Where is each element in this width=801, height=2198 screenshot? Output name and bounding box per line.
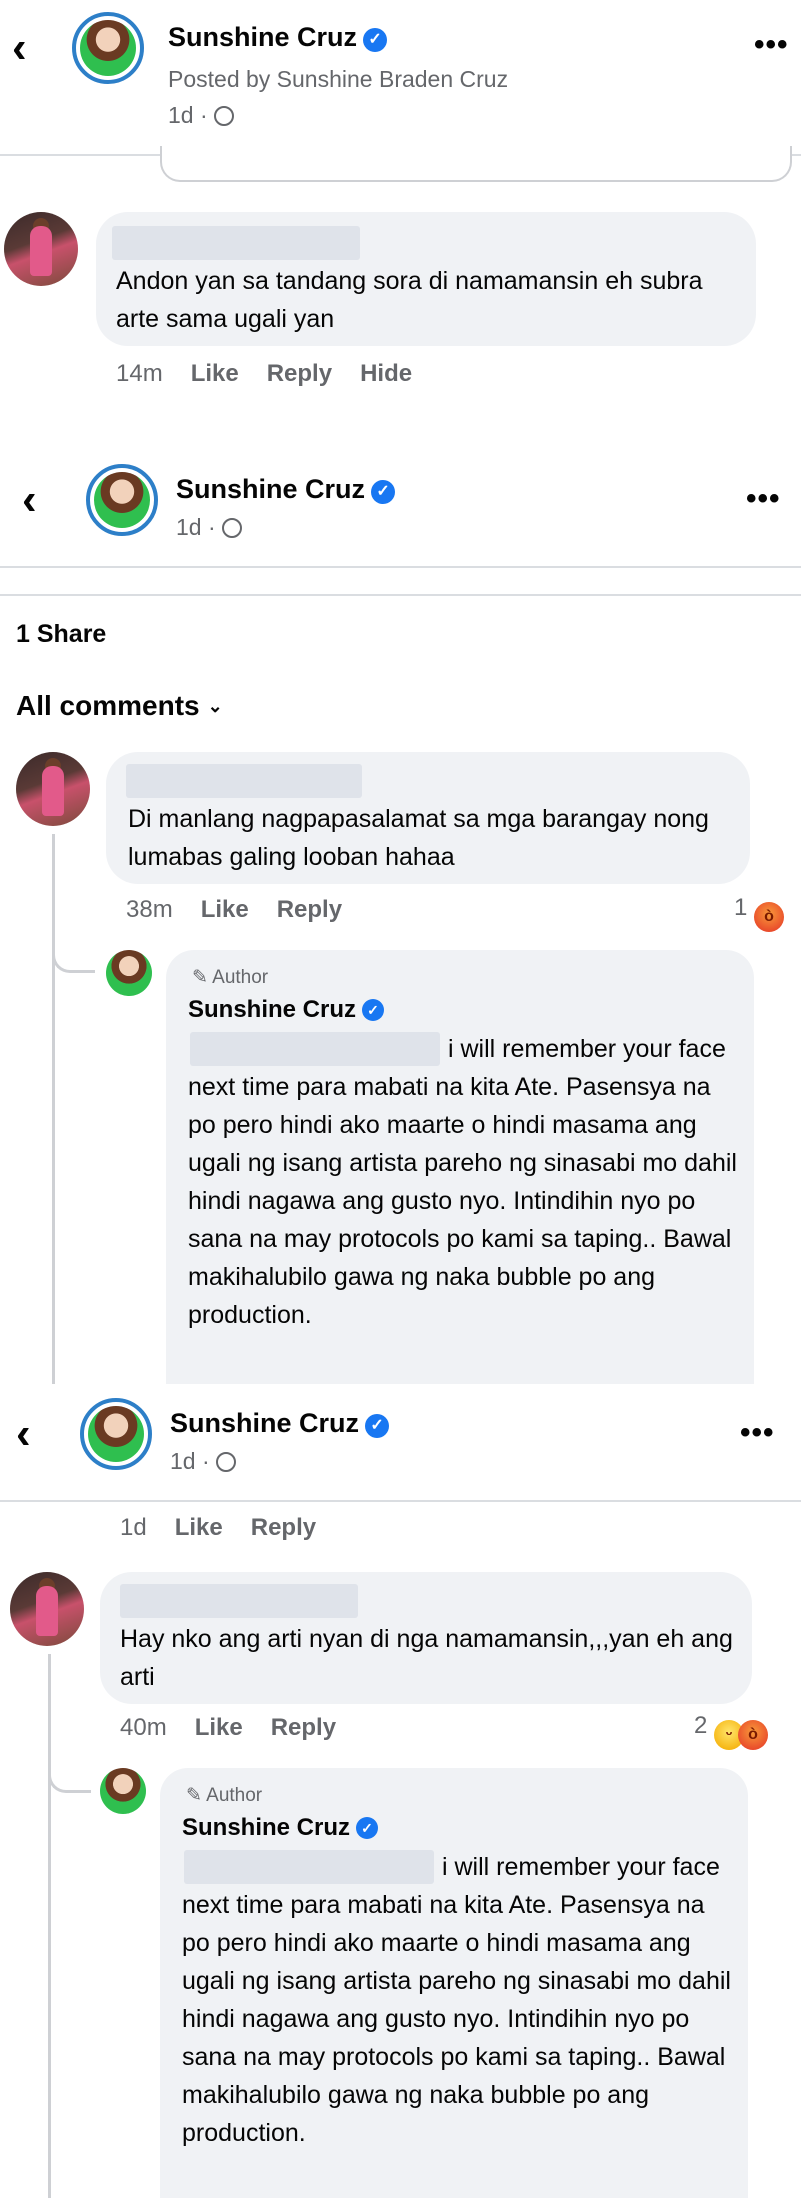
post-time: 1d · <box>168 102 234 129</box>
author-name[interactable]: Sunshine Cruz ✓ <box>182 1814 379 1842</box>
comment-time: 14m <box>116 360 163 387</box>
angry-reaction-icon: ò <box>738 1720 769 1750</box>
post-time: 1d · <box>170 1448 236 1475</box>
verified-badge-icon: ✓ <box>371 480 396 504</box>
reply-button[interactable]: Reply <box>271 1714 336 1741</box>
share-count[interactable]: 1 Share <box>16 620 106 649</box>
back-icon[interactable]: ‹ <box>12 26 27 70</box>
reaction-summary[interactable]: 2 ᵕò <box>694 1712 769 1750</box>
page-avatar[interactable] <box>72 12 144 84</box>
redacted-name <box>126 764 362 798</box>
like-button[interactable]: Like <box>191 360 239 387</box>
author-name[interactable]: Sunshine Cruz ✓ <box>188 996 385 1024</box>
hide-button[interactable]: Hide <box>360 360 412 387</box>
reply-thread-line <box>48 1654 51 2198</box>
section-divider <box>0 594 801 596</box>
verified-badge-icon: ✓ <box>363 28 388 52</box>
author-badge: ✎ Author <box>192 967 269 988</box>
author-avatar[interactable] <box>100 1768 146 1814</box>
page-name[interactable]: Sunshine Cruz ✓ <box>176 474 396 505</box>
more-options-icon[interactable]: ••• <box>754 28 789 62</box>
page-name[interactable]: Sunshine Cruz ✓ <box>170 1408 390 1439</box>
author-reply-text: i will remember your face next time para… <box>188 1035 737 1329</box>
previous-reply-actions: 1d Like Reply <box>120 1514 344 1542</box>
comment-actions: 40m Like Reply <box>120 1714 364 1742</box>
commenter-avatar[interactable] <box>10 1572 84 1646</box>
author-reply-text: i will remember your face next time para… <box>182 1853 731 2147</box>
page-avatar[interactable] <box>86 464 158 536</box>
all-comments-filter[interactable]: All comments ⌄ <box>16 690 223 722</box>
comment-text: Andon yan sa tandang sora di namamansin … <box>116 267 703 333</box>
redacted-name <box>112 226 360 260</box>
reply-input-edge[interactable] <box>160 146 792 182</box>
verified-badge-icon: ✓ <box>356 1817 379 1839</box>
like-button[interactable]: Like <box>175 1514 223 1541</box>
more-options-icon[interactable]: ••• <box>740 1416 775 1450</box>
reply-button[interactable]: Reply <box>277 896 342 923</box>
screenshot-1: ‹ Sunshine Cruz ✓ Posted by Sunshine Brad… <box>0 0 801 414</box>
globe-icon <box>221 518 242 538</box>
commenter-avatar[interactable] <box>4 212 78 286</box>
globe-icon <box>213 106 234 126</box>
comment-time: 38m <box>126 896 173 923</box>
verified-badge-icon: ✓ <box>365 1414 390 1438</box>
reply-thread-connector <box>48 1766 91 1793</box>
more-options-icon[interactable]: ••• <box>746 482 781 516</box>
screenshot-gap <box>0 414 801 424</box>
back-icon[interactable]: ‹ <box>16 1412 31 1456</box>
reply-thread-connector <box>52 946 95 973</box>
redacted-name <box>120 1584 358 1618</box>
reply-thread-line <box>52 834 55 1384</box>
commenter-avatar[interactable] <box>16 752 90 826</box>
page-name[interactable]: Sunshine Cruz ✓ <box>168 22 388 53</box>
comment-text: Hay nko ang arti nyan di nga namamansin,… <box>120 1625 733 1691</box>
comment-actions: 38m Like Reply <box>126 896 370 924</box>
globe-icon <box>215 1452 236 1472</box>
chevron-down-icon: ⌄ <box>207 696 223 716</box>
screenshot-3: ‹ Sunshine Cruz ✓ 1d · ••• 1d Like Reply Ha… <box>0 1388 801 2198</box>
page-avatar[interactable] <box>80 1398 152 1470</box>
post-time: 1d · <box>176 514 242 541</box>
header-divider <box>0 566 801 568</box>
comment-actions: 14m Like Reply Hide <box>116 360 440 388</box>
header-divider <box>0 1500 801 1502</box>
reaction-summary[interactable]: 1 ò <box>734 894 785 932</box>
like-button[interactable]: Like <box>201 896 249 923</box>
posted-by: Posted by Sunshine Braden Cruz <box>168 66 509 92</box>
angry-reaction-icon: ò <box>754 902 785 932</box>
author-avatar[interactable] <box>106 950 152 996</box>
screenshot-2: ‹ Sunshine Cruz ✓ 1d · ••• 1 Share All co… <box>0 424 801 1384</box>
back-icon[interactable]: ‹ <box>22 478 37 522</box>
previous-reply-time: 1d <box>120 1514 147 1541</box>
author-badge: ✎ Author <box>186 1785 263 1806</box>
comment-text: Di manlang nagpapasalamat sa mga baranga… <box>128 805 709 871</box>
verified-badge-icon: ✓ <box>362 999 385 1021</box>
like-button[interactable]: Like <box>195 1714 243 1741</box>
reply-button[interactable]: Reply <box>251 1514 316 1541</box>
comment-time: 40m <box>120 1714 167 1741</box>
reply-button[interactable]: Reply <box>267 360 332 387</box>
